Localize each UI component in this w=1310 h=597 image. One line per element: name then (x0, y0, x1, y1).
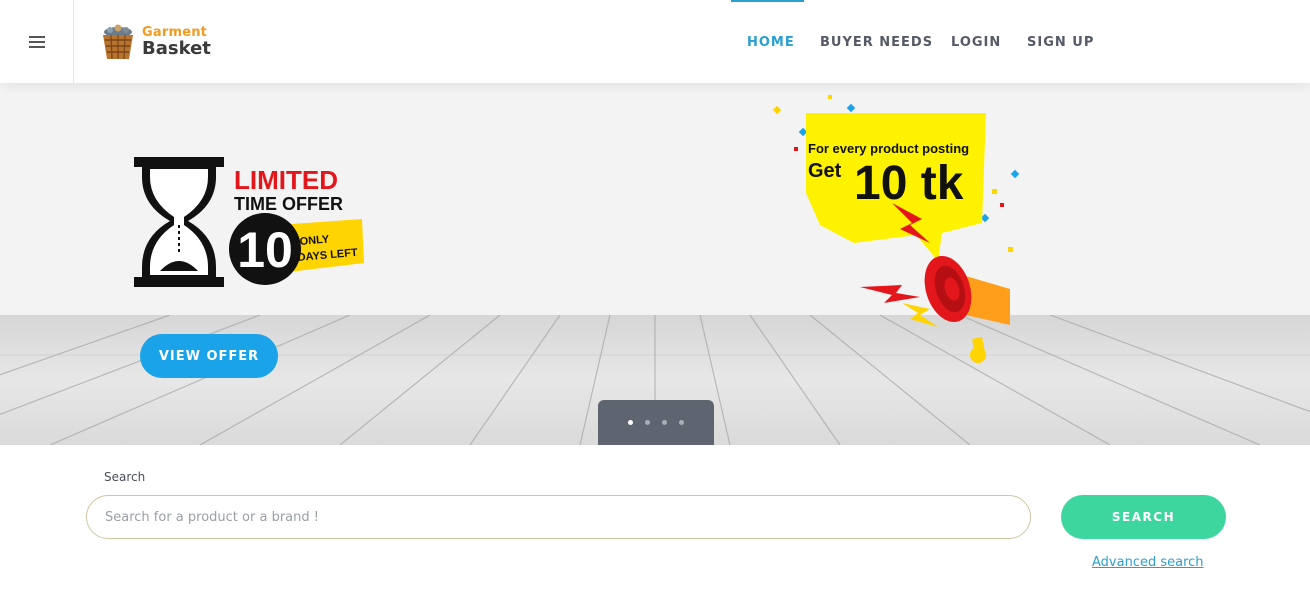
nav-login[interactable]: LOGIN (951, 35, 1001, 50)
slider-pagination (598, 400, 714, 445)
megaphone-icon (924, 255, 1010, 363)
active-nav-indicator (731, 0, 804, 2)
search-input[interactable] (86, 495, 1031, 539)
slider-dot-4[interactable] (679, 420, 684, 425)
site-header: Garment Basket HOME BUYER NEEDS LOGIN SI… (0, 0, 1310, 83)
promo-get: Get (808, 160, 842, 182)
nav-home[interactable]: HOME (747, 35, 795, 50)
offer-line1: LIMITED (234, 165, 338, 195)
promo-graphic: For every product posting Get 10 tk (772, 95, 1020, 363)
nav-sign-up[interactable]: SIGN UP (1027, 35, 1094, 50)
nav-buyer-needs[interactable]: BUYER NEEDS (820, 35, 933, 50)
offer-line2: TIME OFFER (234, 194, 343, 214)
hourglass-icon (134, 157, 224, 287)
hero-slider: LIMITED TIME OFFER ONLY DAYS LEFT 10 For… (0, 83, 1310, 445)
offer-number: 10 (237, 222, 293, 278)
slider-dot-2[interactable] (645, 420, 650, 425)
search-label: Search (104, 470, 146, 484)
slider-dot-1[interactable] (628, 420, 633, 425)
promo-amount: 10 tk (854, 157, 964, 210)
main-nav: HOME BUYER NEEDS LOGIN SIGN UP (0, 0, 1310, 83)
promo-line1: For every product posting (808, 141, 969, 156)
advanced-search-link[interactable]: Advanced search (1092, 555, 1204, 570)
view-offer-button[interactable]: VIEW OFFER (140, 334, 278, 378)
search-button[interactable]: SEARCH (1061, 495, 1226, 539)
slider-dot-3[interactable] (662, 420, 667, 425)
limited-offer-badge: LIMITED TIME OFFER ONLY DAYS LEFT 10 (134, 157, 364, 287)
